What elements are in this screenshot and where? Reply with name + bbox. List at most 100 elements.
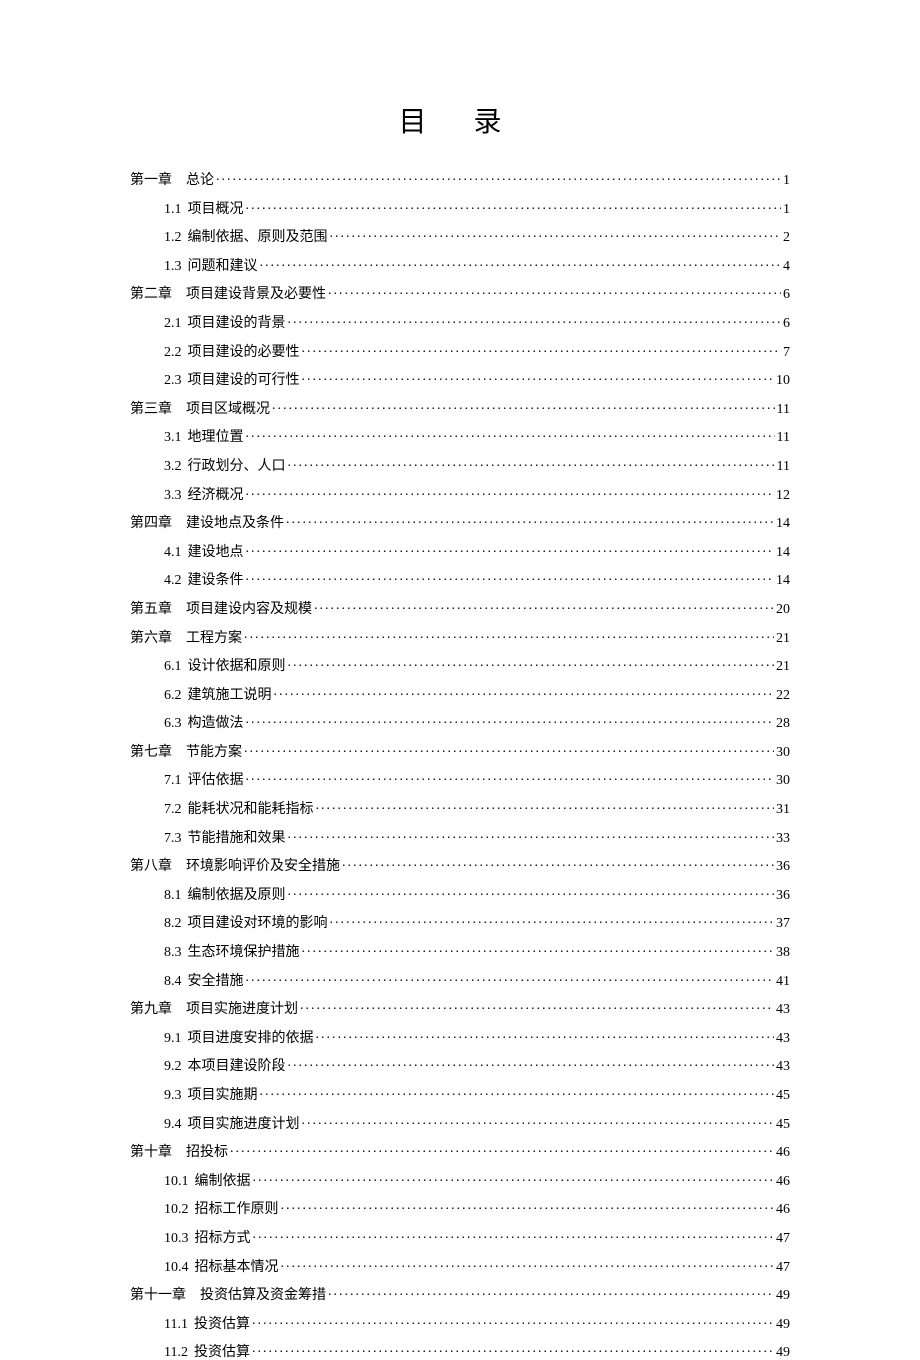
toc-leader-dots [342,856,774,870]
toc-section-label: 9.4 项目实施进度计划 [164,1118,300,1132]
toc-title: 设计依据和原则 [188,659,286,674]
toc-section-label: 9.3项目实施期 [164,1089,258,1103]
toc-entry: 第七章节能方案 30 [130,742,790,760]
toc-title: 编制依据 [195,1174,251,1189]
toc-entry: 第六章工程方案21 [130,628,790,646]
toc-title: 建设地点及条件 [186,516,284,531]
toc-page-number: 45 [776,1118,790,1132]
toc-entry: 1.1项目概况1 [130,199,790,217]
toc-chapter-label: 第八章环境影响评价及安全措施 [130,860,340,874]
toc-number: 10.4 [164,1260,189,1275]
toc-entry: 1.2编制依据、原则及范围2 [130,227,790,245]
toc-number: 8.3 [164,945,182,960]
toc-chapter-label: 第七章节能方案 [130,746,242,760]
toc-section-label: 2.2 项目建设的必要性 [164,346,300,360]
toc-page-number: 30 [776,774,790,788]
toc-number: 11.1 [164,1317,188,1332]
toc-section-label: 3.1地理位置 [164,431,244,445]
toc-page-number: 7 [783,346,790,360]
toc-entry: 1.3问题和建议4 [130,256,790,274]
toc-page-number: 6 [783,288,790,302]
toc-section-label: 4.1建设地点 [164,546,244,560]
toc-leader-dots [246,485,775,499]
toc-title: 编制依据及原则 [188,888,286,903]
toc-section-label: 2.1 项目建设的背景 [164,317,286,331]
toc-title: 安全措施 [188,974,244,989]
toc-title: 本项目建设阶段 [188,1059,286,1074]
toc-page-number: 45 [776,1089,790,1103]
toc-section-label: 1.3问题和建议 [164,260,258,274]
toc-number: 8.2 [164,916,182,931]
toc-leader-dots [302,370,775,384]
toc-title: 生态环境保护措施 [188,945,300,960]
toc-page-number: 6 [783,317,790,331]
toc-section-label: 3.2 行政划分、人口 [164,460,286,474]
toc-page-number: 38 [776,946,790,960]
toc-title: 项目实施进度计划 [188,1117,300,1132]
toc-entry: 11.1 投资估算 49 [130,1314,790,1332]
toc-entry: 第三章项目区域概况11 [130,399,790,417]
toc-number: 7.3 [164,831,182,846]
toc-title: 投资估算 [194,1345,250,1360]
toc-title: 项目建设的背景 [188,316,286,331]
toc-title: 项目进度安排的依据 [188,1031,314,1046]
toc-number: 9.4 [164,1117,182,1132]
toc-number: 10.1 [164,1174,189,1189]
toc-leader-dots [302,1114,775,1128]
toc-section-label: 8.2项目建设对环境的影响 [164,917,328,931]
toc-leader-dots [244,628,774,642]
toc-number: 2.1 [164,316,182,331]
toc-page-number: 11 [777,403,790,417]
toc-leader-dots [246,713,775,727]
toc-number: 8.4 [164,974,182,989]
toc-title: 招投标 [186,1145,228,1160]
table-of-contents: 第一章总论11.1项目概况11.2编制依据、原则及范围21.3问题和建议4第二章… [130,170,790,1360]
toc-title: 行政划分、人口 [188,459,286,474]
toc-page-number: 47 [776,1261,790,1275]
toc-leader-dots [246,770,775,784]
toc-section-label: 11.2投资估算 [164,1346,250,1360]
toc-entry: 4.1建设地点14 [130,542,790,560]
toc-number: 2.3 [164,373,182,388]
toc-title: 投资估算及资金筹措 [200,1288,326,1303]
toc-number: 10.2 [164,1202,189,1217]
toc-leader-dots [230,1142,774,1156]
toc-section-label: 7.2能耗状况和能耗指标 [164,803,314,817]
toc-title: 环境影响评价及安全措施 [186,859,340,874]
toc-section-label: 10.3招标方式 [164,1232,251,1246]
toc-page-number: 49 [776,1346,790,1360]
toc-section-label: 2.3项目建设的可行性 [164,374,300,388]
toc-title: 构造做法 [188,716,244,731]
toc-title: 总论 [186,173,214,188]
toc-leader-dots [260,256,782,270]
toc-section-label: 7.1评估依据 [164,774,244,788]
toc-page-number: 11 [777,431,790,445]
toc-page-number: 30 [776,746,790,760]
toc-page-number: 10 [776,374,790,388]
toc-entry: 10.2招标工作原则46 [130,1199,790,1217]
toc-leader-dots [302,942,775,956]
toc-page-number: 43 [776,1003,790,1017]
toc-page-number: 47 [776,1232,790,1246]
toc-title: 建设条件 [188,573,244,588]
toc-leader-dots [246,542,775,556]
toc-number: 3.2 [164,459,182,474]
toc-entry: 第八章环境影响评价及安全措施36 [130,856,790,874]
toc-number: 7.2 [164,802,182,817]
toc-page-number: 49 [776,1289,790,1303]
toc-page-number: 49 [776,1318,790,1332]
toc-number: 6.2 [164,688,182,703]
toc-title: 项目建设的必要性 [188,345,300,360]
toc-leader-dots [252,1314,774,1328]
toc-number: 第二章 [130,287,172,302]
toc-page-number: 37 [776,917,790,931]
toc-number: 1.3 [164,259,182,274]
toc-title: 建设地点 [188,545,244,560]
toc-leader-dots [314,599,774,613]
toc-number: 3.3 [164,488,182,503]
toc-page-number: 14 [776,517,790,531]
toc-number: 2.2 [164,345,182,360]
toc-title: 经济概况 [188,488,244,503]
toc-title: 投资估算 [194,1317,250,1332]
toc-number: 第十章 [130,1145,172,1160]
